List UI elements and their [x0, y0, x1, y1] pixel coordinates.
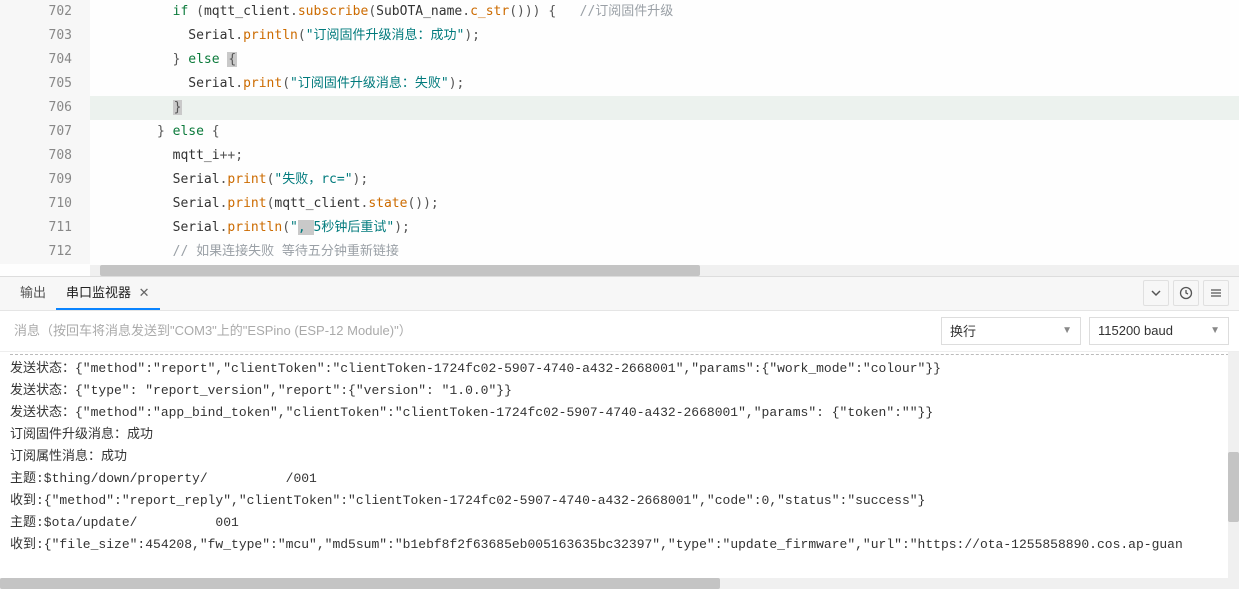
line-number: 712 [0, 240, 90, 264]
serial-console-output[interactable]: 发送状态：{"method":"report","clientToken":"c… [0, 352, 1239, 578]
console-line: 订阅属性消息：成功 [10, 446, 1229, 468]
code-content[interactable]: } else { [90, 48, 237, 72]
line-number: 705 [0, 72, 90, 96]
baud-rate-dropdown[interactable]: 115200 baud ▼ [1089, 317, 1229, 345]
line-number: 708 [0, 144, 90, 168]
code-content[interactable]: // 如果连接失败 等待五分钟重新链接 [90, 240, 399, 264]
code-line[interactable]: 702 if (mqtt_client.subscribe(SubOTA_nam… [0, 0, 1239, 24]
console-line: 发送状态：{"type": "report_version","report":… [10, 380, 1229, 402]
tab-output[interactable]: 输出 [10, 276, 56, 310]
editor-horizontal-scrollbar-thumb[interactable] [100, 265, 700, 276]
line-wrap-dropdown[interactable]: 换行 ▼ [941, 317, 1081, 345]
console-line: 主题:$ota/update/ 001 [10, 512, 1229, 534]
serial-controls: 换行 ▼ 115200 baud ▼ [0, 311, 1239, 352]
settings-lines-icon[interactable] [1203, 280, 1229, 306]
panel-header: 输出 串口监视器 ✕ [0, 277, 1239, 311]
code-content[interactable]: mqtt_i++; [90, 144, 243, 168]
code-line[interactable]: 708 mqtt_i++; [0, 144, 1239, 168]
console-line: 收到:{"file_size":454208,"fw_type":"mcu","… [10, 534, 1229, 556]
code-editor[interactable]: 702 if (mqtt_client.subscribe(SubOTA_nam… [0, 0, 1239, 276]
console-line: 收到:{"method":"report_reply","clientToken… [10, 490, 1229, 512]
tab-serial-monitor[interactable]: 串口监视器 ✕ [56, 276, 160, 310]
code-line[interactable]: 706 } [0, 96, 1239, 120]
line-number: 706 [0, 96, 90, 120]
line-wrap-label: 换行 [950, 321, 976, 340]
code-content[interactable]: } [90, 96, 182, 120]
line-number: 704 [0, 48, 90, 72]
line-number: 709 [0, 168, 90, 192]
code-content[interactable]: Serial.print("失败，rc="); [90, 168, 368, 192]
line-number: 707 [0, 120, 90, 144]
serial-message-input[interactable] [10, 317, 933, 345]
code-line[interactable]: 707 } else { [0, 120, 1239, 144]
code-content[interactable]: Serial.println("订阅固件升级消息：成功"); [90, 24, 480, 48]
code-line[interactable]: 710 Serial.print(mqtt_client.state()); [0, 192, 1239, 216]
line-number: 710 [0, 192, 90, 216]
line-number: 702 [0, 0, 90, 24]
console-line: 发送状态：{"method":"app_bind_token","clientT… [10, 402, 1229, 424]
line-number: 703 [0, 24, 90, 48]
close-icon[interactable]: ✕ [139, 285, 150, 300]
code-content[interactable]: Serial.print(mqtt_client.state()); [90, 192, 439, 216]
console-line: 发送状态：{"method":"report","clientToken":"c… [10, 358, 1229, 380]
editor-horizontal-scrollbar[interactable] [90, 265, 1239, 276]
code-line[interactable]: 705 Serial.print("订阅固件升级消息：失败"); [0, 72, 1239, 96]
code-line[interactable]: 712 // 如果连接失败 等待五分钟重新链接 [0, 240, 1239, 264]
chevron-down-icon[interactable] [1143, 280, 1169, 306]
console-vertical-scrollbar-thumb[interactable] [1228, 452, 1239, 522]
console-horizontal-scrollbar-thumb[interactable] [0, 578, 720, 589]
line-number: 711 [0, 216, 90, 240]
code-line[interactable]: 704 } else { [0, 48, 1239, 72]
baud-rate-label: 115200 baud [1098, 323, 1173, 338]
code-content[interactable]: } else { [90, 120, 220, 144]
code-line[interactable]: 709 Serial.print("失败，rc="); [0, 168, 1239, 192]
console-horizontal-scrollbar[interactable] [0, 578, 1239, 589]
code-content[interactable]: if (mqtt_client.subscribe(SubOTA_name.c_… [90, 0, 673, 24]
code-line[interactable]: 703 Serial.println("订阅固件升级消息：成功"); [0, 24, 1239, 48]
chevron-down-icon: ▼ [1062, 325, 1072, 336]
console-vertical-scrollbar[interactable] [1228, 352, 1239, 578]
code-content[interactable]: Serial.println(", 5秒钟后重试"); [90, 216, 410, 240]
console-line: 订阅固件升级消息：成功 [10, 424, 1229, 446]
code-line[interactable]: 711 Serial.println(", 5秒钟后重试"); [0, 216, 1239, 240]
tab-serial-monitor-label: 串口监视器 [66, 285, 131, 300]
clock-icon[interactable] [1173, 280, 1199, 306]
console-line: 主题:$thing/down/property/ /001 [10, 468, 1229, 490]
code-content[interactable]: Serial.print("订阅固件升级消息：失败"); [90, 72, 464, 96]
chevron-down-icon: ▼ [1210, 325, 1220, 336]
